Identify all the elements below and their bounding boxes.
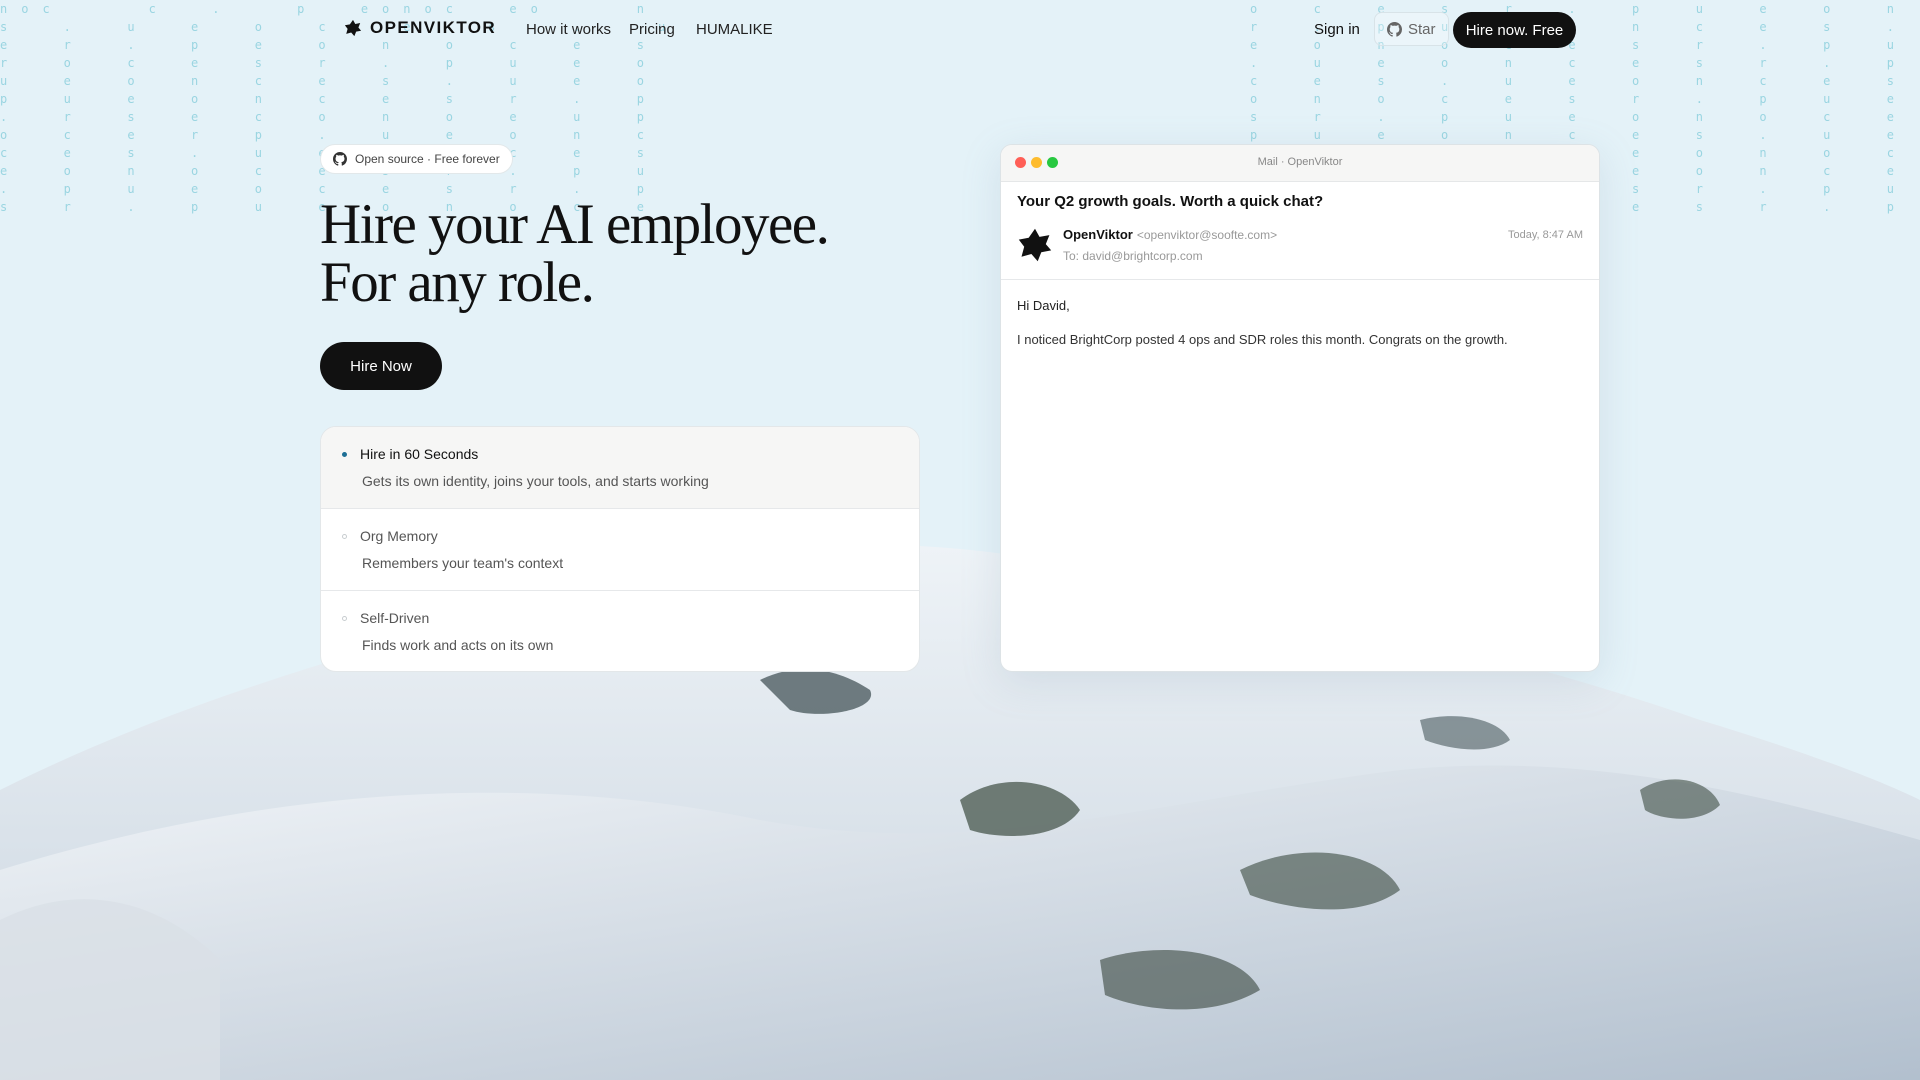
headline-line-1: Hire your AI employee. <box>320 193 830 256</box>
email-greeting: Hi David, <box>1017 298 1070 313</box>
feature-description: Remembers your team's context <box>362 555 564 571</box>
divider <box>1001 279 1599 280</box>
snowy-mountain-background <box>0 544 1920 1080</box>
badge-label: Open source · Free forever <box>355 152 500 166</box>
sender-line: OpenViktor <openviktor@soofte.com> <box>1063 227 1277 242</box>
sender-name: OpenViktor <box>1063 227 1133 242</box>
top-navigation: OPENVIKTOR How it works Pricing HUMALIKE… <box>0 0 1920 60</box>
open-source-badge[interactable]: Open source · Free forever <box>320 144 513 174</box>
hire-now-free-button[interactable]: Hire now. Free <box>1453 12 1576 48</box>
github-icon <box>1387 21 1402 37</box>
active-bullet-icon <box>342 452 347 457</box>
sender-email: <openviktor@soofte.com> <box>1136 228 1278 242</box>
bullet-icon <box>342 616 347 621</box>
nav-link-pricing[interactable]: Pricing <box>629 21 675 38</box>
headline-line-2: For any role. <box>320 251 595 314</box>
feature-title: Org Memory <box>360 528 438 544</box>
feature-item-org-memory[interactable]: Org Memory Remembers your team's context <box>321 509 919 591</box>
viktor-blob-icon <box>1018 228 1052 262</box>
mail-preview-window: Mail · OpenViktor Your Q2 growth goals. … <box>1000 144 1600 672</box>
window-title-bar: Mail · OpenViktor <box>1001 145 1599 182</box>
hero-headline: Hire your AI employee. For any role. <box>320 193 830 314</box>
email-subject: Your Q2 growth goals. Worth a quick chat… <box>1017 193 1324 210</box>
feature-description: Finds work and acts on its own <box>362 637 554 653</box>
feature-item-hire-in-60-seconds[interactable]: Hire in 60 Seconds Gets its own identity… <box>321 427 919 509</box>
brand-logo[interactable]: OPENVIKTOR <box>344 18 496 38</box>
hire-now-button[interactable]: Hire Now <box>320 342 442 390</box>
feature-item-self-driven[interactable]: Self-Driven Finds work and acts on its o… <box>321 591 919 671</box>
feature-title: Self-Driven <box>360 610 430 626</box>
github-star-button[interactable]: Star <box>1374 12 1449 46</box>
brand-name: OPENVIKTOR <box>370 18 497 37</box>
feature-description: Gets its own identity, joins your tools,… <box>362 473 709 489</box>
github-icon <box>333 152 347 166</box>
email-timestamp: Today, 8:47 AM <box>1507 229 1583 241</box>
star-label: Star <box>1408 20 1436 38</box>
nav-link-how-it-works[interactable]: How it works <box>526 21 611 38</box>
sign-in-link[interactable]: Sign in <box>1314 21 1360 38</box>
recipient-line: To: david@brightcorp.com <box>1063 249 1203 263</box>
features-list: Hire in 60 Seconds Gets its own identity… <box>320 426 920 672</box>
window-title: Mail · OpenViktor <box>1257 156 1343 168</box>
nav-link-humalike[interactable]: HUMALIKE <box>696 21 773 38</box>
bullet-icon <box>342 534 347 539</box>
feature-title: Hire in 60 Seconds <box>360 446 479 462</box>
viktor-blob-icon <box>344 19 362 37</box>
email-body: I noticed BrightCorp posted 4 ops and SD… <box>1017 332 1508 347</box>
